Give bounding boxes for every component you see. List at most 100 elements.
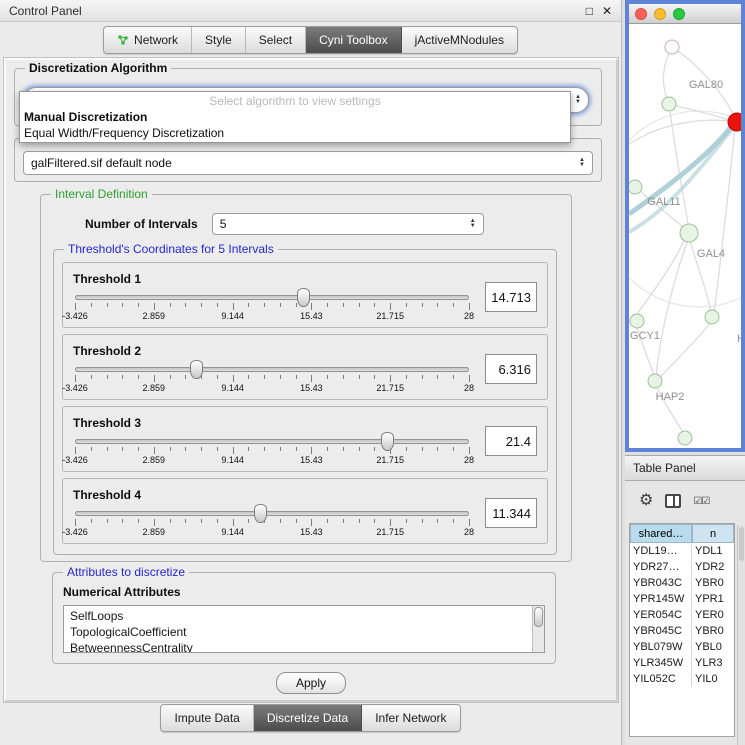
apply-button[interactable]: Apply <box>276 672 346 694</box>
tab-select[interactable]: Select <box>246 27 306 53</box>
algorithm-option[interactable]: Manual Discretization <box>20 109 570 125</box>
table-cell[interactable]: YER054C <box>630 607 692 623</box>
slider-track[interactable] <box>75 439 469 444</box>
numerical-attributes-list[interactable]: SelfLoopsTopologicalCoefficientBetweenne… <box>63 605 545 653</box>
table-scrollbar[interactable] <box>737 525 745 745</box>
node-label: GAL11 <box>647 196 680 208</box>
network-canvas[interactable]: GAL80GAL11GAL4GCY1HAP2H <box>629 24 741 448</box>
threshold-slider[interactable]: -3.4262.8599.14415.4321.71528 <box>73 504 471 538</box>
combo-stepper-icon: ▲▼ <box>573 158 585 168</box>
table-cell[interactable]: YBR045C <box>630 623 692 639</box>
table-cell[interactable]: YDR2 <box>692 559 734 575</box>
slider-tick-labels: -3.4262.8599.14415.4321.71528 <box>75 455 469 466</box>
algorithm-dropdown-popup: Select algorithm to view settings Manual… <box>19 91 571 143</box>
window-titlebar[interactable]: Control Panel □ ✕ <box>0 0 621 22</box>
algorithm-placeholder-option[interactable]: Select algorithm to view settings <box>20 93 570 109</box>
table-cell[interactable]: YBL0 <box>692 639 734 655</box>
tab-style[interactable]: Style <box>192 27 246 53</box>
slider-thumb[interactable] <box>254 504 267 523</box>
slider-track[interactable] <box>75 367 469 372</box>
table-row[interactable]: YBL079WYBL0 <box>630 639 734 655</box>
list-item[interactable]: TopologicalCoefficient <box>70 624 530 640</box>
table-row[interactable]: YBR043CYBR0 <box>630 575 734 591</box>
table-cell[interactable]: YDL1 <box>692 543 734 559</box>
tab-impute-data[interactable]: Impute Data <box>161 705 253 731</box>
minimize-traffic-light-icon[interactable] <box>654 8 666 20</box>
float-icon[interactable]: □ <box>586 4 593 18</box>
list-scrollbar[interactable] <box>532 606 544 652</box>
slider-track[interactable] <box>75 295 469 300</box>
table-data-combobox[interactable]: galFiltered.sif default node ▲▼ <box>23 151 593 175</box>
table-cell[interactable]: YIL0 <box>692 671 734 687</box>
threshold-slider[interactable]: -3.4262.8599.14415.4321.71528 <box>73 288 471 322</box>
tick-label: 2.859 <box>143 311 166 321</box>
close-traffic-light-icon[interactable] <box>635 8 647 20</box>
tab-discretize-data[interactable]: Discretize Data <box>254 705 362 731</box>
slider-track[interactable] <box>75 511 469 516</box>
table-cell[interactable]: YBR0 <box>692 575 734 591</box>
columns-icon[interactable] <box>665 494 681 508</box>
table-cell[interactable]: YDR27… <box>630 559 692 575</box>
network-node[interactable] <box>678 431 692 445</box>
tab-cyni-toolbox[interactable]: Cyni Toolbox <box>306 27 401 53</box>
table-cell[interactable]: YDL19… <box>630 543 692 559</box>
network-icon <box>117 34 129 46</box>
network-node[interactable] <box>705 310 719 324</box>
network-node[interactable] <box>665 40 679 54</box>
table-cell[interactable]: YER0 <box>692 607 734 623</box>
table-row[interactable]: YER054CYER0 <box>630 607 734 623</box>
network-node[interactable] <box>680 224 698 242</box>
gear-icon[interactable]: ⚙ <box>639 493 653 509</box>
table-cell[interactable]: YLR345W <box>630 655 692 671</box>
tick-label: 15.43 <box>300 383 323 393</box>
number-of-intervals-combobox[interactable]: 5 ▲▼ <box>212 213 484 235</box>
network-node[interactable] <box>630 314 644 328</box>
table-row[interactable]: YBR045CYBR0 <box>630 623 734 639</box>
table-row[interactable]: YIL052CYIL0 <box>630 671 734 687</box>
threshold-slider[interactable]: -3.4262.8599.14415.4321.71528 <box>73 432 471 466</box>
tab-network[interactable]: Network <box>104 27 192 53</box>
tab-label: Infer Network <box>375 711 446 725</box>
table-cell[interactable]: YPR1 <box>692 591 734 607</box>
network-node[interactable] <box>629 180 642 194</box>
threshold-slider[interactable]: -3.4262.8599.14415.4321.71528 <box>73 360 471 394</box>
table-cell[interactable]: YBR043C <box>630 575 692 591</box>
threshold-value-field[interactable]: 21.4 <box>485 426 537 456</box>
table-row[interactable]: YDR27…YDR2 <box>630 559 734 575</box>
bottom-tab-bar: Impute Data Discretize Data Infer Networ… <box>0 704 621 732</box>
list-item[interactable]: BetweennessCentrality <box>70 640 530 653</box>
table-row[interactable]: YLR345WYLR3 <box>630 655 734 671</box>
table-cell[interactable]: YBL079W <box>630 639 692 655</box>
threshold-value-field[interactable]: 11.344 <box>485 498 537 528</box>
tab-jactivemnodules[interactable]: jActiveMNodules <box>402 27 517 53</box>
node-label: GAL80 <box>689 79 723 91</box>
table-row[interactable]: YDL19…YDL1 <box>630 543 734 559</box>
table-panel-header[interactable]: Table Panel <box>625 455 745 481</box>
column-header[interactable]: n <box>692 524 734 543</box>
network-node[interactable] <box>648 374 662 388</box>
threshold-value-field[interactable]: 6.316 <box>485 354 537 384</box>
number-of-intervals-label: Number of Intervals <box>85 217 198 231</box>
zoom-traffic-light-icon[interactable] <box>673 8 685 20</box>
table-row[interactable]: YPR145WYPR1 <box>630 591 734 607</box>
tab-label: jActiveMNodules <box>415 33 504 47</box>
slider-thumb[interactable] <box>297 288 310 307</box>
network-node[interactable] <box>728 113 741 131</box>
tab-label: Impute Data <box>174 711 239 725</box>
select-columns-icon[interactable]: ☑☑ <box>693 496 709 507</box>
list-item[interactable]: SelfLoops <box>70 608 530 624</box>
table-cell[interactable]: YLR3 <box>692 655 734 671</box>
table-cell[interactable]: YPR145W <box>630 591 692 607</box>
tick-label: -3.426 <box>62 527 88 537</box>
tick-label: 15.43 <box>300 527 323 537</box>
network-window-titlebar[interactable] <box>629 4 741 24</box>
table-cell[interactable]: YIL052C <box>630 671 692 687</box>
node-table[interactable]: shared… n YDL19…YDL1YDR27…YDR2YBR043CYBR… <box>629 523 735 737</box>
column-header[interactable]: shared… <box>630 524 692 543</box>
network-node[interactable] <box>662 97 676 111</box>
algorithm-option[interactable]: Equal Width/Frequency Discretization <box>20 125 570 141</box>
close-icon[interactable]: ✕ <box>602 4 612 18</box>
table-cell[interactable]: YBR0 <box>692 623 734 639</box>
tab-infer-network[interactable]: Infer Network <box>362 705 459 731</box>
threshold-value-field[interactable]: 14.713 <box>485 282 537 312</box>
